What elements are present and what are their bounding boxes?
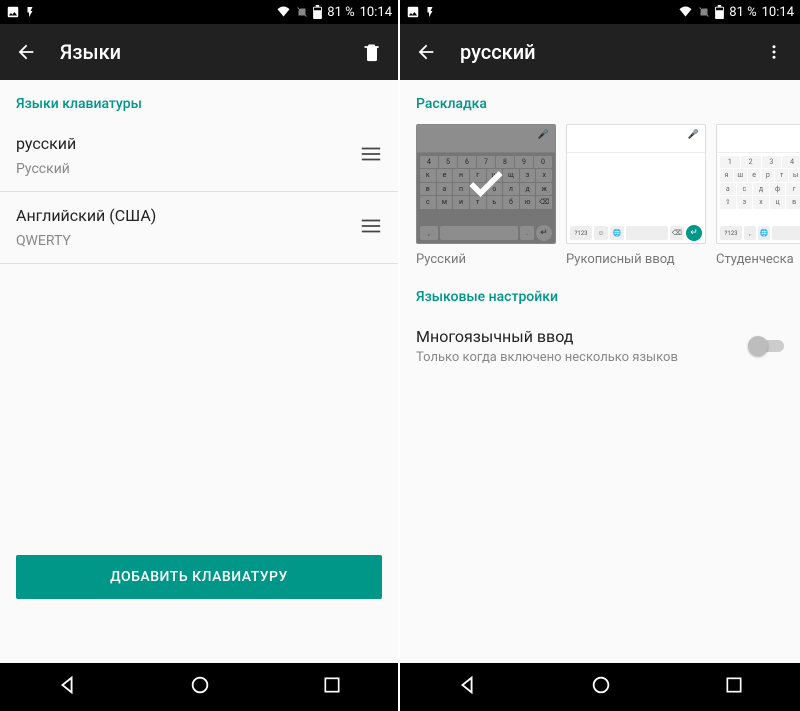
screen-language-detail: 81 % 10:14 русский Раскладка 🎤 4567890 к… [400, 0, 800, 711]
overflow-menu-button[interactable] [760, 38, 788, 66]
navigation-bar [0, 663, 398, 711]
no-sim-icon [698, 5, 710, 19]
wifi-icon [276, 6, 291, 18]
page-title: Языки [60, 40, 121, 64]
status-bar: 81 % 10:14 [0, 0, 398, 24]
section-layout: Раскладка [400, 80, 800, 120]
language-name: русский [16, 134, 360, 153]
language-layout: QWERTY [16, 233, 360, 249]
enter-key-icon: ↵ [686, 225, 702, 241]
navigation-bar [400, 663, 800, 711]
language-row[interactable]: русский Русский [0, 120, 398, 192]
mic-icon: 🎤 [688, 130, 699, 140]
layout-label: Рукописный ввод [566, 252, 706, 267]
layout-option-student[interactable]: 1234 яшерты асдфг ⇧зхцв ?123 , 🌐 Студенч… [716, 124, 800, 267]
appbar-languages: Языки [0, 24, 398, 80]
nav-home-button[interactable] [189, 674, 211, 700]
image-icon [6, 5, 20, 19]
back-button[interactable] [12, 38, 40, 66]
battery-icon [715, 5, 724, 19]
nav-recents-button[interactable] [724, 675, 744, 699]
drag-handle-icon[interactable] [360, 217, 382, 239]
keyboard-preview: 1234 яшерты асдфг ⇧зхцв ?123 , 🌐 [716, 124, 800, 244]
language-name: Английский (США) [16, 206, 360, 225]
layout-label: Русский [416, 252, 556, 267]
page-title: русский [460, 40, 536, 64]
lightning-icon [24, 5, 36, 19]
delete-button[interactable] [358, 38, 386, 66]
section-keyboard-languages: Языки клавиатуры [0, 80, 398, 120]
battery-percent: 81 % [729, 5, 756, 20]
nav-recents-button[interactable] [322, 675, 342, 699]
drag-handle-icon[interactable] [360, 145, 382, 167]
selected-checkmark-icon [417, 125, 555, 243]
image-icon [406, 5, 420, 19]
add-keyboard-button[interactable]: ДОБАВИТЬ КЛАВИАТУРУ [16, 555, 382, 599]
layout-label: Студенческа [716, 252, 800, 267]
back-button[interactable] [412, 38, 440, 66]
multilingual-toggle[interactable] [748, 336, 784, 356]
language-row[interactable]: Английский (США) QWERTY [0, 192, 398, 264]
appbar-language-detail: русский [400, 24, 800, 80]
screen-languages: 81 % 10:14 Языки Языки клавиатуры русски… [0, 0, 400, 711]
wifi-icon [678, 6, 693, 18]
setting-title: Многоязычный ввод [416, 327, 748, 346]
lightning-icon [424, 5, 436, 19]
nav-back-button[interactable] [456, 674, 478, 700]
no-sim-icon [296, 5, 308, 19]
keyboard-preview: 🎤 ?123 ☺ 🌐 ⌫ ↵ [566, 124, 706, 244]
battery-icon [313, 5, 322, 19]
layout-option-russian[interactable]: 🎤 4567890 кенгшщзх вапролдж смитьбю⌫ , .… [416, 124, 556, 267]
nav-back-button[interactable] [56, 674, 78, 700]
setting-multilingual-input[interactable]: Многоязычный ввод Только когда включено … [400, 313, 800, 379]
status-bar: 81 % 10:14 [400, 0, 800, 24]
battery-percent: 81 % [327, 5, 354, 20]
add-keyboard-label: ДОБАВИТЬ КЛАВИАТУРУ [110, 569, 288, 585]
nav-home-button[interactable] [590, 674, 612, 700]
content-languages: Языки клавиатуры русский Русский Английс… [0, 80, 398, 663]
section-language-settings: Языковые настройки [400, 267, 800, 313]
language-layout: Русский [16, 161, 360, 177]
status-time: 10:14 [762, 5, 794, 20]
layout-option-handwriting[interactable]: 🎤 ?123 ☺ 🌐 ⌫ ↵ Рукописный ввод [566, 124, 706, 267]
status-time: 10:14 [360, 5, 392, 20]
layout-chooser[interactable]: 🎤 4567890 кенгшщзх вапролдж смитьбю⌫ , .… [400, 120, 800, 267]
keyboard-preview: 🎤 4567890 кенгшщзх вапролдж смитьбю⌫ , .… [416, 124, 556, 244]
setting-subtitle: Только когда включено несколько языков [416, 350, 748, 365]
content-language-detail: Раскладка 🎤 4567890 кенгшщзх вапролдж см… [400, 80, 800, 663]
